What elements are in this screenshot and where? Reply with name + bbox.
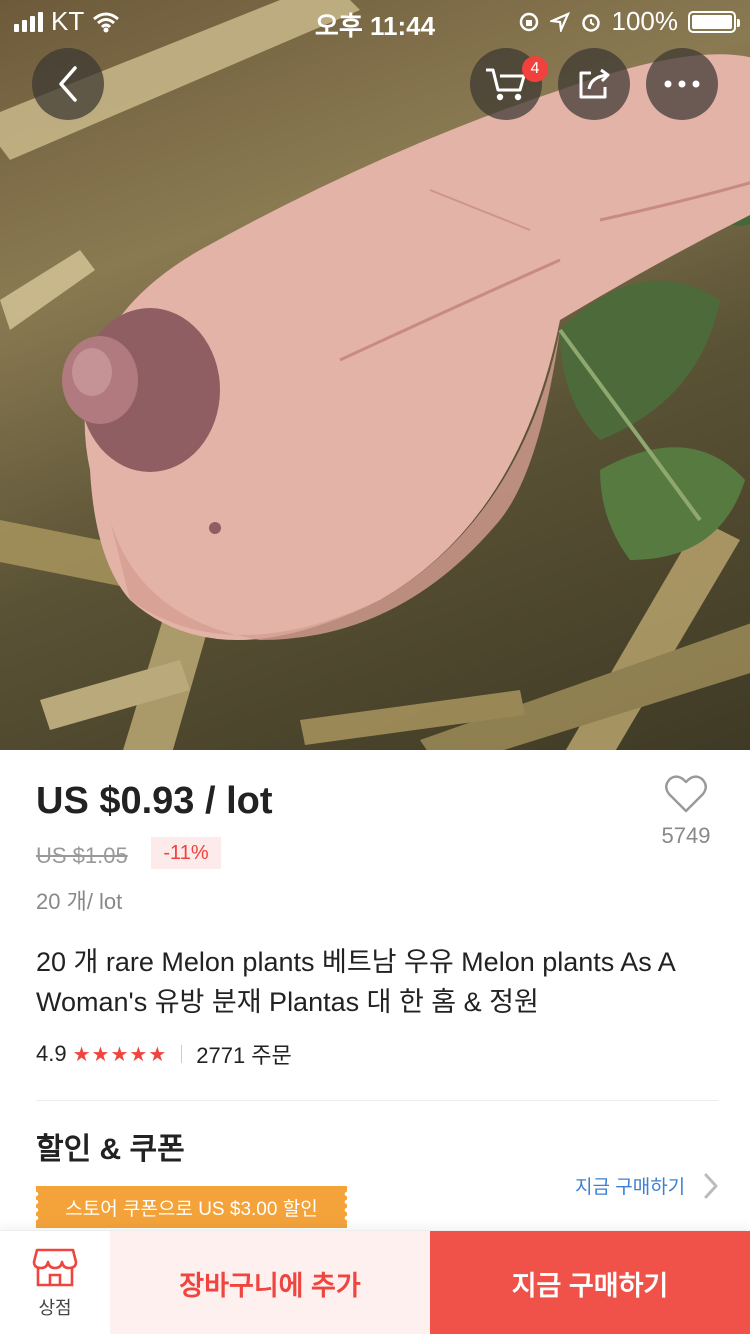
more-icon xyxy=(664,80,700,88)
battery-percent: 100% xyxy=(611,6,679,36)
product-price: US $0.93 / lot xyxy=(36,780,273,822)
original-price: US $1.05 xyxy=(36,843,128,868)
share-icon xyxy=(579,68,610,99)
product-detail-screen: KT 오후 11:44 100% 4 US $0.93 / lot US $1.… xyxy=(0,0,750,1334)
cart-button[interactable]: 4 xyxy=(470,48,548,120)
battery-icon xyxy=(688,10,740,33)
add-to-cart-button[interactable]: 장바구니에 추가 xyxy=(110,1231,430,1334)
coupon-buy-link[interactable]: 지금 구매하기 xyxy=(575,1172,685,1199)
rating-row[interactable]: 4.9 ★★★★★ 2771 주문 xyxy=(36,1038,292,1070)
coupon-section-title: 할인 & 쿠폰 xyxy=(36,1133,185,1166)
location-icon xyxy=(549,11,570,32)
orders-count: 2771 주문 xyxy=(196,1043,292,1068)
bottom-action-bar: 상점 장바구니에 추가 지금 구매하기 xyxy=(0,1230,750,1334)
back-button[interactable] xyxy=(32,48,104,120)
section-divider xyxy=(36,1100,718,1101)
rating-divider xyxy=(181,1045,183,1063)
wishlist-count: 5749 xyxy=(661,823,711,848)
discount-badge: -11% xyxy=(151,837,221,869)
product-title: 20 개 rare Melon plants 베트남 우유 Melon plan… xyxy=(36,947,675,1017)
store-coupon-badge[interactable]: 스토어 쿠폰으로 US $3.00 할인 xyxy=(33,1186,350,1228)
status-bar: KT 오후 11:44 100% xyxy=(0,0,750,41)
wishlist-button[interactable]: 5749 xyxy=(655,774,717,849)
rating-value: 4.9 xyxy=(36,1041,67,1066)
rating-stars: ★★★★★ xyxy=(72,1043,168,1066)
product-image-illustration xyxy=(0,0,750,750)
status-right: 100% xyxy=(518,6,740,37)
rotation-lock-icon xyxy=(519,12,538,31)
product-image[interactable] xyxy=(0,0,750,750)
unit-label: 20 개/ lot xyxy=(36,889,123,914)
buy-now-button[interactable]: 지금 구매하기 xyxy=(430,1231,750,1334)
store-button[interactable]: 상점 xyxy=(0,1231,110,1334)
cart-badge: 4 xyxy=(522,56,548,82)
chevron-right-icon[interactable] xyxy=(702,1172,720,1200)
store-label: 상점 xyxy=(38,1298,72,1318)
heart-icon xyxy=(665,775,707,813)
share-button[interactable] xyxy=(558,48,630,120)
alarm-icon xyxy=(581,13,600,32)
store-icon xyxy=(32,1248,78,1287)
chevron-left-icon xyxy=(59,66,77,102)
more-button[interactable] xyxy=(646,48,718,120)
